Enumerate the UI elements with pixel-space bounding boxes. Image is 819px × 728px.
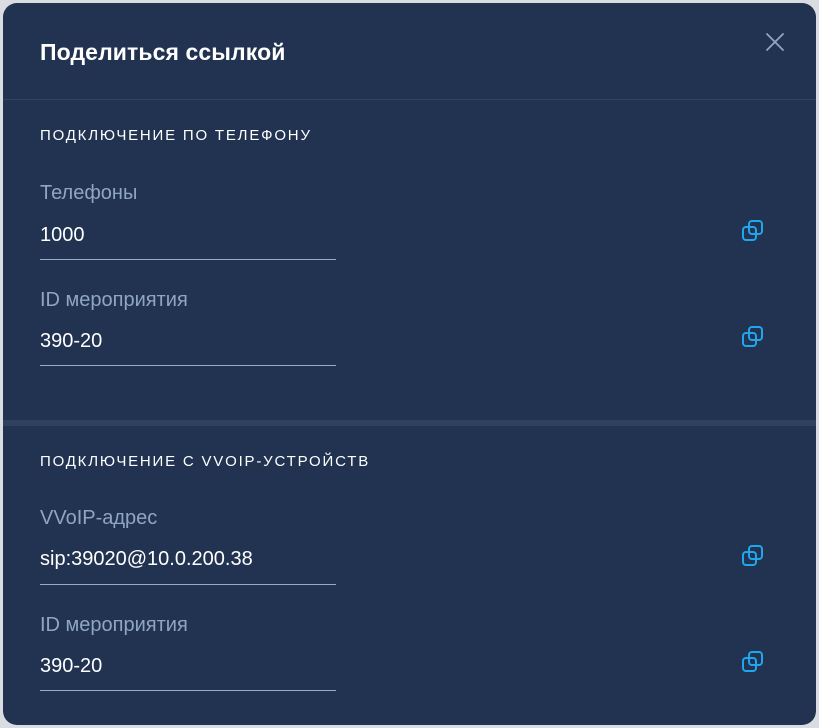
vvoip-section-title: ПОДКЛЮЧЕНИЕ С VVOIP-УСТРОЙСТВ [40,453,370,470]
vvoip-event-id-value[interactable]: 390-20 [40,655,102,678]
close-icon [762,29,788,55]
section-divider [3,420,816,426]
event-id-underline [40,365,336,366]
event-id-label: ID мероприятия [40,289,188,311]
copy-vvoip-address-button[interactable] [740,543,766,569]
vvoip-address-label: VVoIP-адрес [40,507,158,529]
event-id-value[interactable]: 390-20 [40,330,102,353]
copy-icon [740,324,766,350]
phones-value[interactable]: 1000 [40,224,85,247]
vvoip-address-value[interactable]: sip:39020@10.0.200.38 [40,548,253,571]
phones-underline [40,259,336,260]
copy-event-id-button[interactable] [740,324,766,350]
copy-icon [740,649,766,675]
phone-section-title: ПОДКЛЮЧЕНИЕ ПО ТЕЛЕФОНУ [40,127,312,144]
header-divider [3,99,816,100]
vvoip-event-id-underline [40,690,336,691]
phones-label: Телефоны [40,182,138,204]
share-link-dialog: Поделиться ссылкой ПОДКЛЮЧЕНИЕ ПО ТЕЛЕФО… [3,3,816,725]
copy-icon [740,543,766,569]
close-button[interactable] [762,29,788,55]
copy-vvoip-event-id-button[interactable] [740,649,766,675]
vvoip-event-id-label: ID мероприятия [40,614,188,636]
copy-phones-button[interactable] [740,218,766,244]
copy-icon [740,218,766,244]
vvoip-address-underline [40,584,336,585]
dialog-title: Поделиться ссылкой [40,39,286,65]
